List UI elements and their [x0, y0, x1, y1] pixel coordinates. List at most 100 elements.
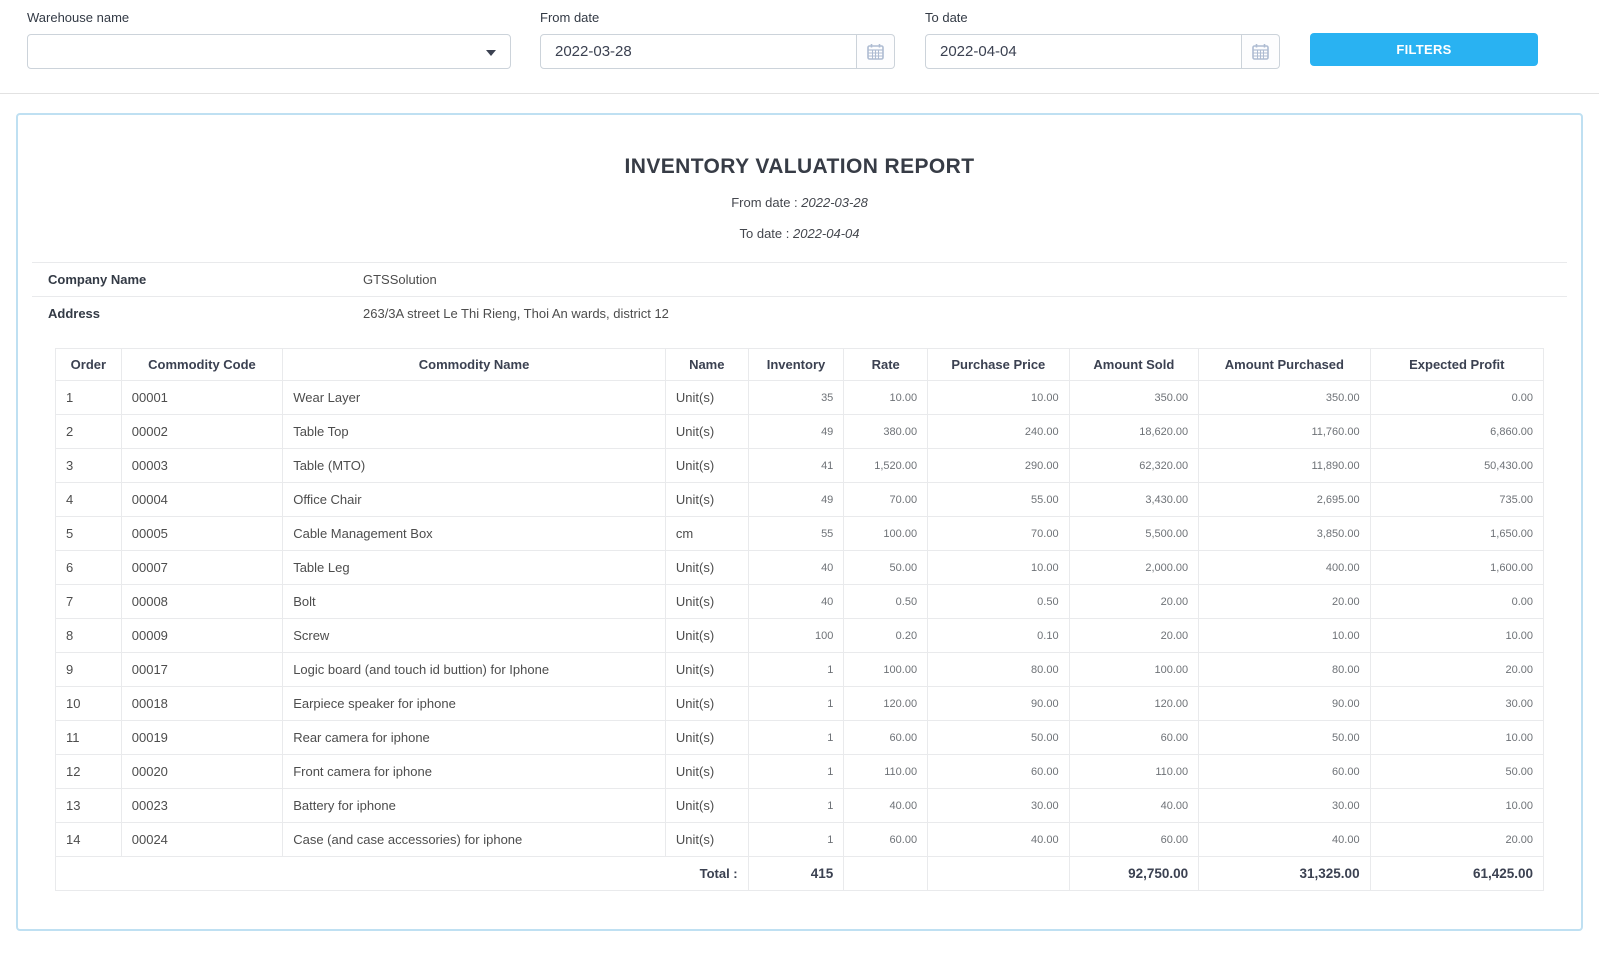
- table-row: 800009ScrewUnit(s)1000.200.1020.0010.001…: [56, 619, 1544, 653]
- company-info: Company Name GTSSolution Address 263/3A …: [32, 262, 1567, 330]
- cell: 40.00: [1199, 823, 1370, 857]
- total-inventory: 415: [748, 857, 844, 891]
- cell: 14: [56, 823, 122, 857]
- cell: 41: [748, 449, 844, 483]
- company-name-value: GTSSolution: [363, 272, 437, 287]
- cell: Unit(s): [665, 619, 748, 653]
- cell: 8: [56, 619, 122, 653]
- table-row: 100001Wear LayerUnit(s)3510.0010.00350.0…: [56, 381, 1544, 415]
- cell: 6,860.00: [1370, 415, 1543, 449]
- cell: Unit(s): [665, 755, 748, 789]
- cell: Unit(s): [665, 653, 748, 687]
- cell: 00024: [121, 823, 282, 857]
- cell: 40: [748, 551, 844, 585]
- cell: 50.00: [1199, 721, 1370, 755]
- cell: 00018: [121, 687, 282, 721]
- column-header-amount-purchased: Amount Purchased: [1199, 349, 1370, 381]
- cell: 10.00: [1199, 619, 1370, 653]
- cell: 40.00: [1069, 789, 1199, 823]
- column-header-expected-profit: Expected Profit: [1370, 349, 1543, 381]
- total-expected-profit: 61,425.00: [1370, 857, 1543, 891]
- cell: 20.00: [1069, 619, 1199, 653]
- cell: 100.00: [1069, 653, 1199, 687]
- column-header-amount-sold: Amount Sold: [1069, 349, 1199, 381]
- cell: 11,890.00: [1199, 449, 1370, 483]
- total-rate: [844, 857, 928, 891]
- cell: 0.00: [1370, 585, 1543, 619]
- cell: 100.00: [844, 653, 928, 687]
- cell: Unit(s): [665, 551, 748, 585]
- cell: 30.00: [1199, 789, 1370, 823]
- cell: cm: [665, 517, 748, 551]
- cell: 110.00: [844, 755, 928, 789]
- to-date-input[interactable]: [925, 34, 1242, 69]
- inventory-table-wrap: OrderCommodity CodeCommodity NameNameInv…: [55, 348, 1544, 891]
- cell: 350.00: [1199, 381, 1370, 415]
- total-label: Total :: [56, 857, 749, 891]
- report-title: INVENTORY VALUATION REPORT: [18, 155, 1581, 179]
- cell: Logic board (and touch id buttion) for I…: [283, 653, 666, 687]
- warehouse-label: Warehouse name: [27, 10, 511, 25]
- cell: 50.00: [928, 721, 1070, 755]
- cell: 70.00: [844, 483, 928, 517]
- column-header-commodity-name: Commodity Name: [283, 349, 666, 381]
- cell: 00005: [121, 517, 282, 551]
- filter-bar: Warehouse name From date: [0, 0, 1599, 69]
- filters-button[interactable]: FILTERS: [1310, 33, 1538, 66]
- cell: 00008: [121, 585, 282, 619]
- cell: Unit(s): [665, 823, 748, 857]
- table-row: 1000018Earpiece speaker for iphoneUnit(s…: [56, 687, 1544, 721]
- cell: Unit(s): [665, 483, 748, 517]
- cell: 0.50: [844, 585, 928, 619]
- cell: 00002: [121, 415, 282, 449]
- cell: 1: [748, 687, 844, 721]
- cell: Unit(s): [665, 449, 748, 483]
- calendar-icon: [1252, 43, 1269, 60]
- cell: 120.00: [844, 687, 928, 721]
- filter-bar-divider: [0, 93, 1599, 94]
- warehouse-select[interactable]: [27, 34, 511, 69]
- cell: 20.00: [1199, 585, 1370, 619]
- cell: Unit(s): [665, 585, 748, 619]
- cell: 62,320.00: [1069, 449, 1199, 483]
- cell: 11: [56, 721, 122, 755]
- cell: 50.00: [844, 551, 928, 585]
- cell: Unit(s): [665, 687, 748, 721]
- address-row: Address 263/3A street Le Thi Rieng, Thoi…: [32, 296, 1567, 330]
- cell: 2,000.00: [1069, 551, 1199, 585]
- cell: 7: [56, 585, 122, 619]
- company-name-row: Company Name GTSSolution: [32, 262, 1567, 296]
- from-date-line-label: From date :: [731, 195, 797, 210]
- cell: 10.00: [928, 551, 1070, 585]
- from-date-calendar-button[interactable]: [857, 34, 895, 69]
- cell: Table (MTO): [283, 449, 666, 483]
- cell: Wear Layer: [283, 381, 666, 415]
- cell: 3: [56, 449, 122, 483]
- cell: Unit(s): [665, 789, 748, 823]
- cell: 80.00: [1199, 653, 1370, 687]
- column-header-commodity-code: Commodity Code: [121, 349, 282, 381]
- column-header-purchase-price: Purchase Price: [928, 349, 1070, 381]
- cell: 1: [748, 653, 844, 687]
- cell: 55: [748, 517, 844, 551]
- to-date-calendar-button[interactable]: [1242, 34, 1280, 69]
- cell: 10.00: [844, 381, 928, 415]
- cell: 30.00: [1370, 687, 1543, 721]
- cell: 18,620.00: [1069, 415, 1199, 449]
- company-name-label: Company Name: [48, 272, 363, 287]
- cell: 120.00: [1069, 687, 1199, 721]
- cell: 1,520.00: [844, 449, 928, 483]
- from-date-input[interactable]: [540, 34, 857, 69]
- column-header-name: Name: [665, 349, 748, 381]
- cell: Unit(s): [665, 381, 748, 415]
- table-row: 1100019Rear camera for iphoneUnit(s)160.…: [56, 721, 1544, 755]
- table-row: 600007Table LegUnit(s)4050.0010.002,000.…: [56, 551, 1544, 585]
- table-row: 300003Table (MTO)Unit(s)411,520.00290.00…: [56, 449, 1544, 483]
- from-date-line-value: 2022-03-28: [801, 195, 868, 210]
- cell: 0.00: [1370, 381, 1543, 415]
- cell: 13: [56, 789, 122, 823]
- cell: 2: [56, 415, 122, 449]
- chevron-down-icon: [486, 50, 496, 56]
- cell: 380.00: [844, 415, 928, 449]
- total-amount-purchased: 31,325.00: [1199, 857, 1370, 891]
